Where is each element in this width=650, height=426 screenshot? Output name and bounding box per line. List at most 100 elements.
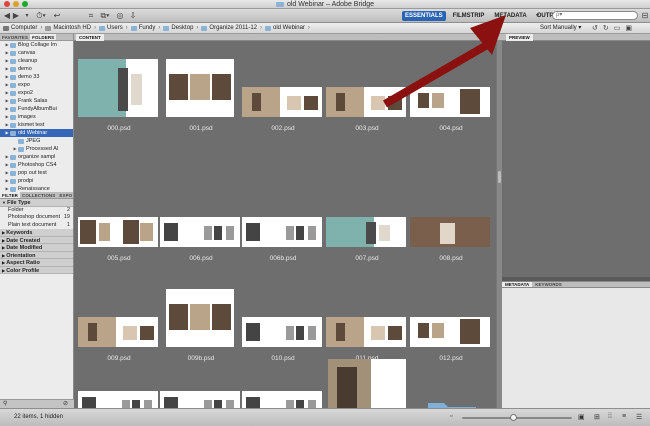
filter-section-header[interactable]: ▶ Date Created <box>0 236 73 244</box>
open-in-camera-raw-icon[interactable]: ◎ <box>115 11 125 21</box>
folder-item[interactable]: ▶ canvas <box>0 49 73 57</box>
view-list-icon[interactable]: ☰ <box>636 413 642 421</box>
thumbnail[interactable] <box>242 317 322 347</box>
thumbnail[interactable] <box>326 217 406 247</box>
thumbnail[interactable] <box>78 59 158 117</box>
crumb-old-webinar[interactable]: old Webinar <box>264 24 306 33</box>
folder-item[interactable]: ▶ Frank Salas <box>0 97 73 105</box>
thumbnail[interactable] <box>166 59 234 117</box>
folder-item[interactable]: ▶ prodpi <box>0 177 73 185</box>
sort-menu[interactable]: Sort Manually ▾ <box>540 24 581 33</box>
tab-keywords[interactable]: KEYWORDS <box>532 282 565 287</box>
recent-folders-icon[interactable]: ⏱▾ <box>34 11 48 21</box>
filter-item[interactable]: Photoshop document 19 <box>0 214 73 222</box>
workspace-filmstrip[interactable]: FILMSTRIP <box>450 11 488 21</box>
filter-section-header[interactable]: ▶ Color Profile <box>0 266 73 274</box>
filter-section-header[interactable]: ▶ Orientation <box>0 251 73 259</box>
search-box[interactable] <box>552 11 638 20</box>
view-details-icon[interactable]: ≡ <box>622 413 626 420</box>
tab-favorites[interactable]: FAVORITES <box>0 34 30 40</box>
tab-content[interactable]: CONTENT <box>76 34 104 41</box>
folder-item[interactable]: JPEG <box>0 137 73 145</box>
thumbnail[interactable] <box>326 317 406 347</box>
thumbnail[interactable] <box>410 317 490 347</box>
tab-metadata[interactable]: METADATA <box>502 282 533 287</box>
crumb-computer[interactable]: Computer <box>2 24 38 33</box>
thumbnail[interactable] <box>78 391 158 408</box>
crumb-users[interactable]: Users <box>98 24 124 33</box>
camera-icon[interactable]: ⌗ <box>86 11 96 21</box>
crumb-desktop[interactable]: Desktop <box>162 24 194 33</box>
thumbnail[interactable] <box>242 87 322 117</box>
pin-icon[interactable]: ⚲ <box>3 400 7 408</box>
minimize-window-icon[interactable] <box>13 1 19 7</box>
tab-preview[interactable]: PREVIEW <box>506 34 533 41</box>
thumbnail[interactable] <box>426 395 478 408</box>
filter-item[interactable]: Folder 2 <box>0 207 73 215</box>
slider-knob[interactable] <box>510 414 517 421</box>
rotate-left-icon[interactable]: ↺ <box>592 24 598 33</box>
thumbnail[interactable] <box>160 391 240 408</box>
trash-icon[interactable]: ▣ <box>625 24 632 33</box>
forward-icon[interactable]: ▶ <box>12 11 20 21</box>
crumb-organize[interactable]: Organize 2011-12 <box>200 24 258 33</box>
thumbnail[interactable] <box>242 391 322 408</box>
scrollbar-thumb[interactable] <box>498 171 501 183</box>
folder-item[interactable]: ▶ demo <box>0 65 73 73</box>
folder-item[interactable]: ▶ expo <box>0 81 73 89</box>
thumbnail[interactable] <box>160 217 240 247</box>
crumb-macintosh-hd[interactable]: Macintosh HD <box>44 24 92 33</box>
thumbnail[interactable] <box>78 317 158 347</box>
compact-mode-icon[interactable]: ⊟ <box>641 11 649 21</box>
close-window-icon[interactable] <box>4 1 10 7</box>
tab-expo[interactable]: EXPO <box>57 192 74 198</box>
filter-section-header[interactable]: ▶ Keywords <box>0 229 73 237</box>
zoom-window-icon[interactable] <box>22 1 28 7</box>
filter-section-header[interactable]: ▼ File Type <box>0 199 73 207</box>
thumbnail-size-slider[interactable] <box>462 414 572 421</box>
search-input[interactable] <box>556 12 626 18</box>
thumbnail[interactable] <box>410 87 490 117</box>
tab-collections[interactable]: COLLECTIONS <box>20 192 57 198</box>
grid-lock-icon[interactable]: ⊞ <box>594 413 600 421</box>
folder-item[interactable]: ▶ FundyAlbumBui <box>0 105 73 113</box>
refine-icon[interactable]: ⧉▾ <box>99 11 111 21</box>
thumbnail[interactable] <box>410 217 490 247</box>
output-icon[interactable]: ⇩ <box>128 11 138 21</box>
rotate-right-icon[interactable]: ↻ <box>603 24 609 33</box>
folder-item[interactable]: ▶ expo2 <box>0 89 73 97</box>
thumbnail[interactable] <box>326 87 406 117</box>
thumbnail[interactable] <box>166 289 234 347</box>
folder-item[interactable]: ▶ kismet test <box>0 121 73 129</box>
view-thumbnails-icon[interactable]: ⁞⁞ <box>608 413 612 420</box>
back-icon[interactable]: ◀ <box>3 11 11 21</box>
clear-filter-icon[interactable]: ⊘ <box>63 400 68 408</box>
folder-item[interactable]: ▶ Renaissance <box>0 185 73 192</box>
boomerang-icon[interactable]: ↩ <box>52 11 62 21</box>
filter-item[interactable]: Plain text document 1 <box>0 222 73 230</box>
thumbnail[interactable] <box>78 217 158 247</box>
folder-item[interactable]: ▶ cleanup <box>0 57 73 65</box>
folder-item[interactable]: ▶ Photoshop CS4 <box>0 161 73 169</box>
folder-item[interactable]: ▶ Blog Collage Im <box>0 41 73 49</box>
folder-item[interactable]: ▶ pop out test <box>0 169 73 177</box>
folder-item[interactable]: ▶ old Webinar <box>0 129 73 137</box>
folder-item[interactable]: ▶ Processed Al <box>0 145 73 153</box>
zoom-out-icon[interactable]: ▫ <box>450 413 452 420</box>
tab-folders[interactable]: FOLDERS <box>30 34 57 40</box>
thumbnail[interactable] <box>242 217 322 247</box>
folder-item[interactable]: ▶ organize sampl <box>0 153 73 161</box>
filter-section-header[interactable]: ▶ Aspect Ratio <box>0 259 73 267</box>
chevron-down-icon[interactable]: ▾ <box>23 11 31 21</box>
zoom-in-icon[interactable]: ▣ <box>578 413 585 421</box>
folder-item[interactable]: ▶ demo 33 <box>0 73 73 81</box>
workspace-menu-icon[interactable]: ▾ <box>536 11 539 21</box>
filter-section-header[interactable]: ▶ Date Modified <box>0 244 73 252</box>
tab-filter[interactable]: FILTER <box>0 192 21 198</box>
new-folder-icon[interactable]: ▭ <box>614 24 621 33</box>
workspace-metadata[interactable]: METADATA <box>491 11 529 21</box>
thumbnail[interactable] <box>328 359 406 408</box>
folder-item[interactable]: ▶ images <box>0 113 73 121</box>
workspace-essentials[interactable]: ESSENTIALS <box>402 11 446 21</box>
crumb-fundy[interactable]: Fundy <box>130 24 157 33</box>
